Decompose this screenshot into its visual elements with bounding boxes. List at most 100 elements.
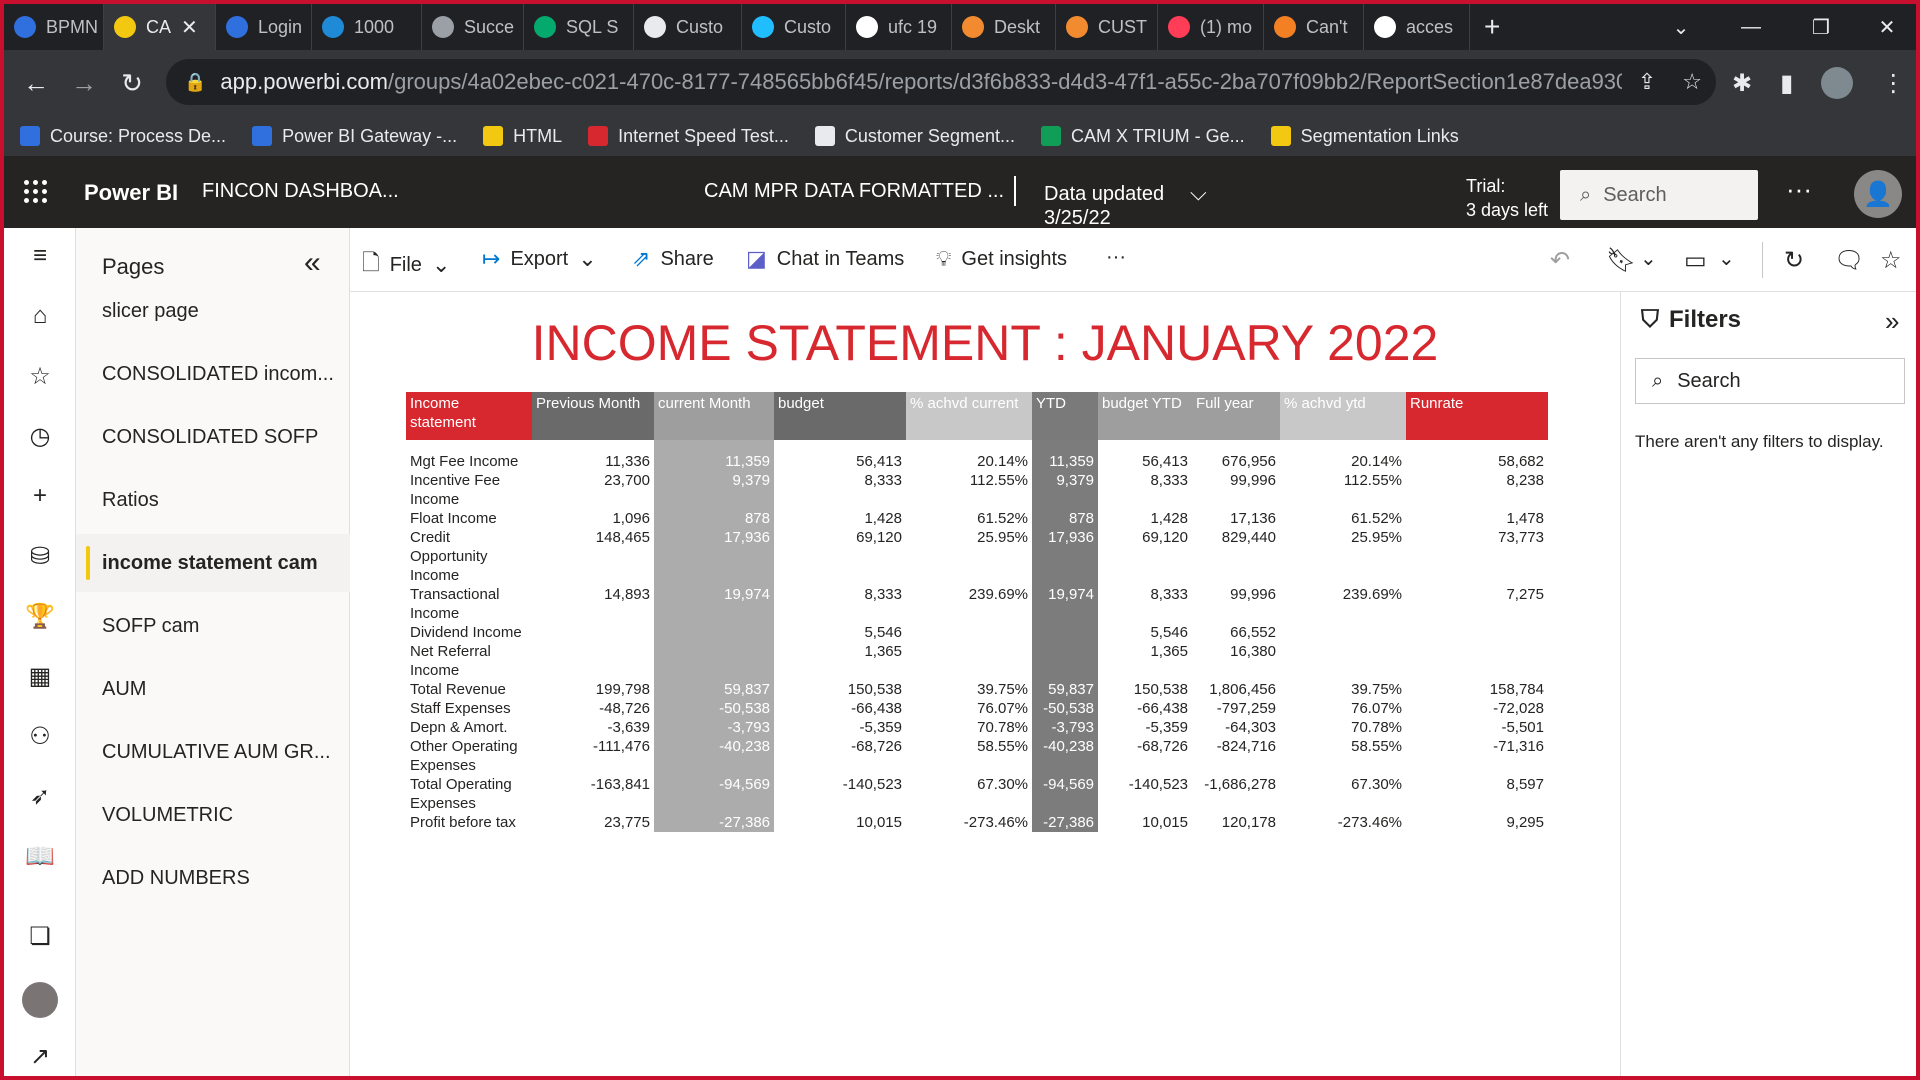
- restore-icon[interactable]: ❐: [1786, 4, 1856, 50]
- income-statement-table[interactable]: Income statement Previous Month current Mo…: [406, 392, 1548, 832]
- datasets-icon[interactable]: ⛁: [4, 542, 76, 571]
- new-tab-icon[interactable]: +: [1470, 11, 1514, 43]
- bookmark-item[interactable]: Internet Speed Test...: [588, 126, 789, 147]
- table-row[interactable]: Depn & Amort. -3,639 -3,793 -5,359 70.78% -3,…: [406, 718, 1548, 737]
- bookmark-item[interactable]: Course: Process De...: [20, 126, 226, 147]
- browser-tab[interactable]: CUST: [1056, 4, 1158, 50]
- back-icon[interactable]: ←: [12, 68, 60, 99]
- expand-arrow-icon[interactable]: ↗: [4, 1042, 76, 1071]
- browser-tab[interactable]: Succe: [422, 4, 524, 50]
- page-tab[interactable]: CONSOLIDATED incom...: [76, 345, 350, 403]
- column-header[interactable]: current Month: [654, 392, 774, 440]
- recent-clock-icon[interactable]: ◷: [4, 422, 76, 451]
- home-icon[interactable]: ⌂: [4, 302, 76, 330]
- browser-profile-avatar[interactable]: [1821, 67, 1854, 99]
- workspaces-icon[interactable]: ❏: [4, 922, 76, 951]
- bookmark-icon[interactable]: 🔖︎: [1606, 246, 1636, 275]
- chat-in-teams-button[interactable]: ◪ Chat in Teams: [746, 246, 904, 272]
- report-name[interactable]: CAM MPR DATA FORMATTED ...: [704, 180, 1004, 203]
- table-row[interactable]: Staff Expenses -48,726 -50,538 -66,438 76.07…: [406, 699, 1548, 718]
- browser-tab[interactable]: ufc 19: [846, 4, 952, 50]
- table-row[interactable]: Total Operating Expenses -163,841 -94,569-…: [406, 775, 1548, 813]
- user-avatar[interactable]: 👤: [1854, 170, 1902, 218]
- browser-tab[interactable]: 1000: [312, 4, 422, 50]
- browser-tab[interactable]: CA ✕: [104, 4, 216, 50]
- collapse-pages-icon[interactable]: «: [304, 246, 321, 280]
- browser-menu-icon[interactable]: ⋮: [1881, 69, 1905, 98]
- favorites-star-icon[interactable]: ☆: [4, 362, 76, 391]
- tab-search-icon[interactable]: ⌄: [1646, 4, 1716, 50]
- file-menu[interactable]: 🗋 File ⌄: [362, 246, 450, 284]
- browser-tab[interactable]: Deskt: [952, 4, 1056, 50]
- column-header[interactable]: YTD: [1032, 392, 1098, 440]
- browser-tab[interactable]: Can't: [1264, 4, 1364, 50]
- page-tab[interactable]: AUM: [76, 660, 350, 718]
- get-insights-button[interactable]: 💡︎ Get insights: [936, 246, 1067, 272]
- bookmark-item[interactable]: Power BI Gateway -...: [252, 126, 457, 147]
- share-button[interactable]: ⇗ Share: [632, 246, 714, 272]
- close-window-icon[interactable]: ✕: [1852, 4, 1916, 50]
- browser-tab[interactable]: (1) mo: [1158, 4, 1264, 50]
- page-tab[interactable]: VOLUMETRIC: [76, 786, 350, 844]
- workspace-name[interactable]: FINCON DASHBOA...: [202, 180, 399, 203]
- browser-tab[interactable]: Login: [216, 4, 312, 50]
- browser-tab[interactable]: BPMN: [4, 4, 104, 50]
- table-row[interactable]: Net Referral Income 1,365 1,365 16,380: [406, 642, 1548, 680]
- close-tab-icon[interactable]: ✕: [181, 15, 198, 40]
- bookmark-item[interactable]: CAM X TRIUM - Ge...: [1040, 126, 1245, 147]
- bookmark-star-icon[interactable]: ☆: [1682, 69, 1702, 95]
- undo-icon[interactable]: ↶: [1550, 246, 1570, 275]
- column-header[interactable]: Previous Month: [532, 392, 654, 440]
- view-icon[interactable]: ▭: [1684, 246, 1707, 275]
- bookmark-item[interactable]: HTML: [483, 126, 562, 147]
- refresh-icon[interactable]: ↻: [1784, 246, 1804, 275]
- share-page-icon[interactable]: ⇪: [1638, 69, 1656, 95]
- minimize-icon[interactable]: —: [1716, 4, 1786, 50]
- page-tab[interactable]: ADD NUMBERS: [76, 849, 350, 907]
- data-updated[interactable]: Data updated 3/25/22: [1044, 182, 1164, 230]
- browser-tab[interactable]: Custo: [742, 4, 846, 50]
- page-tab[interactable]: SOFP cam: [76, 597, 350, 655]
- goals-trophy-icon[interactable]: 🏆: [4, 602, 76, 631]
- forward-icon[interactable]: →: [60, 68, 108, 99]
- page-tab[interactable]: Ratios: [76, 471, 350, 529]
- collapse-filters-icon[interactable]: »: [1885, 306, 1899, 337]
- column-header[interactable]: % achvd ytd: [1280, 392, 1406, 440]
- global-search-box[interactable]: ⌕ Search: [1560, 170, 1758, 220]
- browser-tab[interactable]: Custo: [634, 4, 742, 50]
- table-row[interactable]: Total Revenue 199,798 59,837 150,538 39.75% 5…: [406, 680, 1548, 699]
- browser-tab[interactable]: acces: [1364, 4, 1470, 50]
- deployment-rocket-icon[interactable]: ➶: [4, 782, 76, 811]
- column-header[interactable]: Income statement: [406, 392, 532, 440]
- learn-book-icon[interactable]: 📖: [4, 842, 76, 871]
- powerbi-brand[interactable]: Power BI: [84, 180, 178, 206]
- column-header[interactable]: budget: [774, 392, 906, 440]
- column-header[interactable]: % achvd current: [906, 392, 1032, 440]
- table-row[interactable]: Profit before tax 23,775 -27,386 10,015 -273…: [406, 813, 1548, 832]
- hamburger-menu-icon[interactable]: ≡: [4, 242, 76, 270]
- column-header[interactable]: Full year: [1192, 392, 1280, 440]
- reload-icon[interactable]: ↻: [108, 68, 156, 99]
- table-row[interactable]: Credit Opportunity Income 148,465 17,936 69…: [406, 528, 1548, 585]
- create-plus-icon[interactable]: +: [4, 482, 76, 510]
- bookmark-item[interactable]: Segmentation Links: [1270, 126, 1459, 147]
- url-input[interactable]: 🔒 app.powerbi.com /groups/4a02ebec-c021-…: [166, 59, 1716, 105]
- chevron-down-icon[interactable]: ⌵: [1190, 180, 1207, 206]
- table-row[interactable]: Other Operating Expenses -111,476 -40,238-…: [406, 737, 1548, 775]
- favorite-star-icon[interactable]: ☆: [1880, 246, 1902, 275]
- filters-search-input[interactable]: ⌕ Search: [1635, 358, 1905, 404]
- table-row[interactable]: Incentive Fee Income 23,700 9,379 8,333 112.…: [406, 471, 1548, 509]
- shared-with-me-icon[interactable]: ⚇: [4, 722, 76, 751]
- apps-icon[interactable]: ▦: [4, 662, 76, 691]
- toolbar-more-button[interactable]: ···: [1106, 246, 1126, 269]
- column-header[interactable]: Runrate: [1406, 392, 1548, 440]
- table-row[interactable]: Dividend Income 5,546 5,546 66,552: [406, 623, 1548, 642]
- more-options-icon[interactable]: ···: [1786, 174, 1812, 205]
- chevron-down-icon[interactable]: ⌄: [1718, 246, 1735, 271]
- export-menu[interactable]: ↦ Export ⌄: [482, 246, 597, 272]
- app-launcher-icon[interactable]: [24, 180, 48, 204]
- workspace-avatar-icon[interactable]: [4, 982, 76, 1025]
- table-row[interactable]: Transactional Income 14,893 19,974 8,333 239…: [406, 585, 1548, 623]
- table-row[interactable]: Float Income 1,096 878 1,428 61.52% 878 1,428 1…: [406, 509, 1548, 528]
- page-tab[interactable]: CONSOLIDATED SOFP: [76, 408, 350, 466]
